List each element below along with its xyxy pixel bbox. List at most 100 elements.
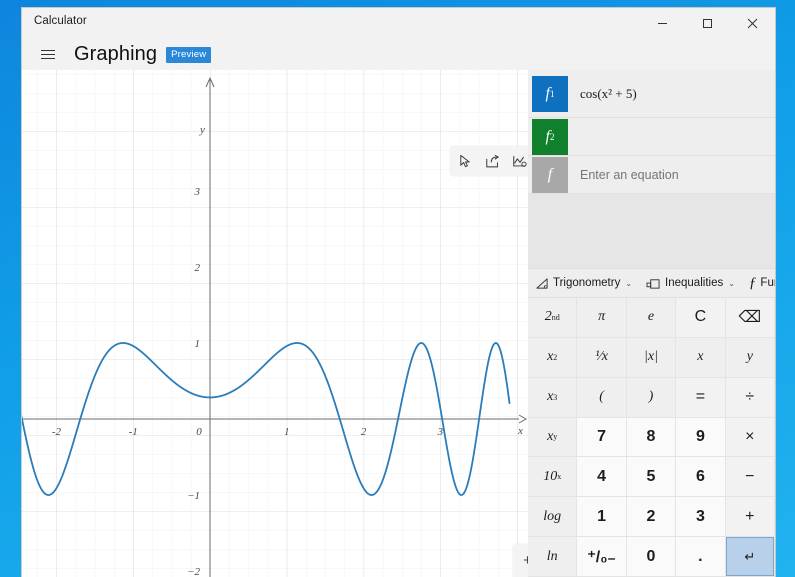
- key-label-subtract: −: [745, 467, 755, 485]
- equation-input-f2[interactable]: [572, 118, 775, 155]
- ytick-1: 1: [195, 338, 201, 350]
- key-variable-y[interactable]: y: [725, 337, 775, 378]
- key-digit-7[interactable]: 7: [577, 417, 627, 458]
- key-label-add: +: [745, 507, 755, 525]
- key-label-variable-x: x: [697, 349, 704, 365]
- key-close-paren[interactable]: ): [626, 377, 677, 418]
- key-add[interactable]: +: [725, 497, 775, 538]
- key-sign-toggle[interactable]: ⁺/₀₋: [577, 537, 627, 577]
- xtick-3: 3: [437, 426, 444, 438]
- key-digit-0[interactable]: 0: [626, 537, 677, 577]
- graph-toolbar: [450, 146, 528, 176]
- key-label-clear: C: [694, 308, 707, 326]
- y-axis-label: y: [199, 124, 205, 136]
- minimize-button[interactable]: [640, 8, 685, 38]
- key-label-close-paren: ): [648, 389, 654, 405]
- key-clear[interactable]: C: [676, 298, 726, 338]
- function-chip-new[interactable]: f: [532, 156, 568, 193]
- key-digit-3[interactable]: 3: [676, 497, 726, 538]
- key-digit-5[interactable]: 5: [626, 457, 677, 498]
- key-digit-1[interactable]: 1: [577, 497, 627, 538]
- ytick--2: −2: [187, 566, 200, 577]
- window-controls: [640, 8, 775, 38]
- key-second[interactable]: 2nd: [528, 298, 578, 338]
- share-graph-button[interactable]: [479, 148, 506, 174]
- key-label-euler: e: [647, 309, 655, 325]
- graph-canvas[interactable]: -2 -1 0 1 2 3 3 2 1 −1 −2 y x +: [22, 70, 528, 577]
- key-label-digit-9: 9: [695, 427, 705, 445]
- app-body: -2 -1 0 1 2 3 3 2 1 −1 −2 y x + f 1 cos(…: [22, 70, 775, 577]
- equation-row-f2[interactable]: f2: [528, 118, 775, 156]
- zoom-in-button[interactable]: +: [514, 547, 528, 573]
- close-button[interactable]: [730, 8, 775, 38]
- xtick-2: 2: [361, 426, 367, 438]
- key-multiply[interactable]: ×: [725, 417, 775, 458]
- key-log[interactable]: log: [528, 497, 578, 538]
- key-label-digit-2: 2: [646, 507, 656, 525]
- maximize-button[interactable]: [685, 8, 730, 38]
- key-sup-second: nd: [551, 312, 560, 322]
- key-label-digit-3: 3: [695, 507, 705, 525]
- key-label-digit-5: 5: [646, 467, 656, 485]
- chip-sub-f2: 2: [549, 131, 555, 142]
- key-x-cubed[interactable]: x3: [528, 377, 578, 418]
- function-chip-f2[interactable]: f2: [532, 118, 568, 155]
- key-absolute-value[interactable]: |x|: [626, 337, 677, 378]
- xtick-0: 0: [196, 426, 202, 438]
- ytick-2: 2: [195, 262, 201, 274]
- function-toolbar: Trigonometry ⌄ Inequalities ⌄ ƒ Function: [528, 268, 775, 298]
- key-label-reciprocal: ¹⁄x: [595, 349, 608, 365]
- key-decimal-point[interactable]: .: [676, 537, 726, 577]
- key-label-digit-8: 8: [646, 427, 656, 445]
- key-pi[interactable]: π: [577, 298, 627, 338]
- key-subtract[interactable]: −: [725, 457, 775, 498]
- function-icon: ƒ: [748, 274, 757, 291]
- key-divide[interactable]: ÷: [725, 377, 775, 418]
- key-ten-power-x[interactable]: 10 x: [528, 457, 578, 498]
- key-variable-x[interactable]: x: [676, 337, 726, 378]
- key-label-digit-0: 0: [646, 547, 656, 565]
- graph-settings-button[interactable]: [506, 148, 528, 174]
- key-digit-4[interactable]: 4: [577, 457, 627, 498]
- trigonometry-icon: [536, 277, 548, 289]
- ytick-3: 3: [194, 186, 201, 198]
- inequalities-menu[interactable]: Inequalities ⌄: [639, 269, 742, 297]
- key-digit-6[interactable]: 6: [676, 457, 726, 498]
- equation-input-new[interactable]: Enter an equation: [572, 156, 775, 193]
- hamburger-icon[interactable]: [30, 40, 66, 68]
- function-menu[interactable]: ƒ Function: [742, 269, 775, 297]
- key-label-variable-y: y: [746, 349, 753, 365]
- calculator-window: Calculator Graphing Preview -2 -1 0 1 2 …: [22, 8, 775, 577]
- preview-badge: Preview: [166, 47, 212, 63]
- equation-row-f1[interactable]: f1 cos(x² + 5): [528, 70, 775, 118]
- zoom-out-button[interactable]: −: [514, 573, 528, 577]
- function-chip-f1[interactable]: f1: [532, 75, 568, 112]
- pointer-tool-button[interactable]: [452, 148, 479, 174]
- page-title: Graphing: [74, 42, 158, 65]
- key-label-digit-4: 4: [597, 467, 607, 485]
- key-digit-8[interactable]: 8: [626, 417, 677, 458]
- cursor-icon: [460, 154, 470, 167]
- key-label-absolute-value: |x|: [644, 349, 658, 365]
- key-label-ten-power-x: 10: [543, 468, 558, 484]
- key-euler[interactable]: e: [626, 298, 677, 338]
- key-digit-9[interactable]: 9: [676, 417, 726, 458]
- key-reciprocal[interactable]: ¹⁄x: [577, 337, 627, 378]
- chip-letter-new: f: [547, 165, 553, 183]
- app-header: Graphing Preview: [22, 38, 775, 70]
- key-x-squared[interactable]: x2: [528, 337, 578, 378]
- equation-row-new[interactable]: f Enter an equation: [528, 156, 775, 194]
- key-backspace[interactable]: ⌫: [725, 298, 775, 338]
- key-label-backspace: ⌫: [738, 309, 762, 327]
- key-ln[interactable]: ln: [528, 537, 578, 577]
- key-label-enter: ↵: [744, 548, 756, 564]
- key-digit-2[interactable]: 2: [626, 497, 677, 538]
- equation-pane: f1 cos(x² + 5) f2 f Enter an equation Tr…: [528, 70, 775, 577]
- key-equals[interactable]: =: [676, 377, 726, 418]
- trigonometry-menu[interactable]: Trigonometry ⌄: [528, 269, 639, 297]
- key-open-paren[interactable]: (: [577, 377, 627, 418]
- key-enter[interactable]: ↵: [725, 537, 775, 577]
- equation-input-f1[interactable]: cos(x² + 5): [572, 70, 775, 117]
- key-label-decimal-point: .: [698, 547, 703, 565]
- key-x-power-y[interactable]: xy: [528, 417, 578, 458]
